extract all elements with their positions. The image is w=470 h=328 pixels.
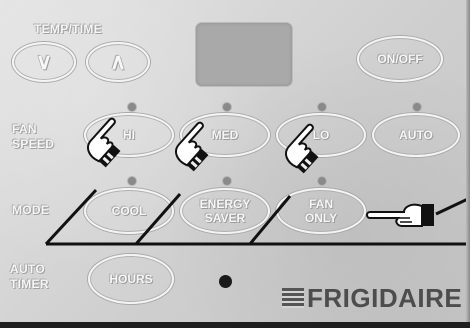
pointer-line-lo bbox=[248, 195, 292, 245]
panel-edge-right bbox=[466, 0, 470, 328]
pointer-line-hi bbox=[44, 188, 98, 246]
pointing-hand-icon bbox=[87, 117, 121, 168]
control-panel: TEMP/TIME FAN SPEED MODE AUTO TIMER ∨ ∧ … bbox=[0, 0, 470, 328]
pointing-hand-icon bbox=[175, 121, 209, 172]
panel-edge-bottom bbox=[0, 322, 470, 328]
pointing-hand-icon bbox=[366, 203, 434, 227]
pointer-line-right bbox=[435, 196, 470, 216]
pointer-overlay bbox=[44, 117, 470, 246]
pointing-hand-icon bbox=[285, 123, 319, 174]
pointer-line-med bbox=[134, 193, 182, 245]
